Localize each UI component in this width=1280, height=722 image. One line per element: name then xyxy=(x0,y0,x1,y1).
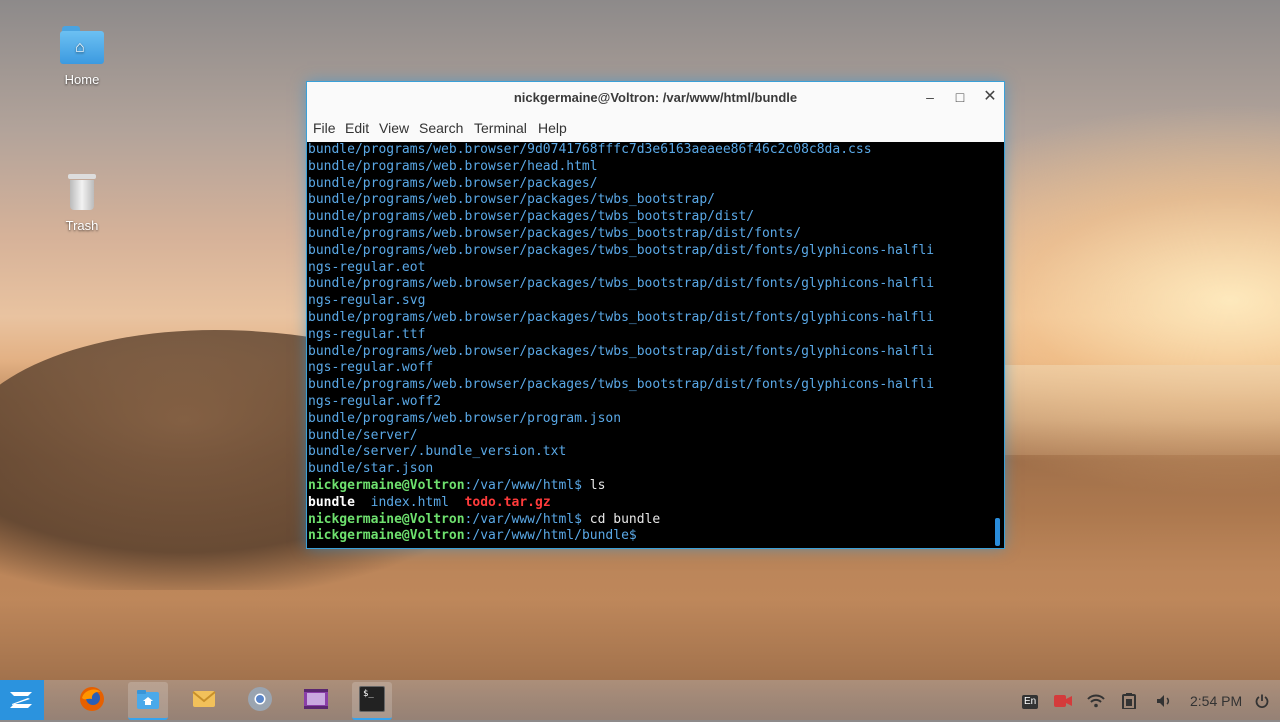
prompt-user: nickgermaine@Voltron xyxy=(308,528,465,544)
clock[interactable]: 2:54 PM xyxy=(1190,680,1242,722)
wifi-icon xyxy=(1087,694,1105,707)
zorin-menu-button[interactable] xyxy=(0,680,44,720)
close-button[interactable]: ✕ xyxy=(979,86,1001,108)
firefox-icon xyxy=(80,687,104,711)
keyboard-layout-indicator: En xyxy=(1022,695,1039,709)
menu-terminal[interactable]: Terminal xyxy=(474,120,527,136)
terminal-output-line: bundle/programs/web.browser/packages/twb… xyxy=(308,242,935,258)
terminal-output-line: bundle/programs/web.browser/packages/twb… xyxy=(308,309,935,325)
window-title: nickgermaine@Voltron: /var/www/html/bund… xyxy=(513,90,798,105)
tray-wifi[interactable] xyxy=(1087,680,1105,720)
menu-bar: File Edit View Search Terminal Help xyxy=(307,113,1004,143)
scrollbar-thumb[interactable] xyxy=(995,518,1000,546)
zorin-menu-icon xyxy=(10,692,32,708)
terminal-icon: $_ xyxy=(359,686,385,712)
desktop-icon-label: Trash xyxy=(65,218,99,233)
terminal-output-line: ngs-regular.woff xyxy=(308,360,434,376)
terminal-window[interactable]: nickgermaine@Voltron: /var/www/html/bund… xyxy=(307,82,1004,548)
terminal-output-line: bundle/server/.bundle_version.txt xyxy=(308,444,567,460)
volume-icon xyxy=(1157,694,1170,707)
menu-edit[interactable]: Edit xyxy=(345,120,369,136)
prompt-path: :/var/www/html$ xyxy=(464,511,590,527)
terminal-output-line: ngs-regular.ttf xyxy=(308,326,426,342)
taskbar: $_ En 2:54 PM xyxy=(0,680,1280,720)
desktop-icon-label: Home xyxy=(64,72,100,87)
terminal-output-line: bundle/programs/web.browser/head.html xyxy=(308,158,598,174)
power-icon xyxy=(1255,694,1269,708)
tray-recorder[interactable] xyxy=(1054,680,1072,720)
desktop-icon-trash[interactable]: Trash xyxy=(42,172,122,233)
trash-icon xyxy=(60,172,104,212)
menu-file[interactable]: File xyxy=(313,120,336,136)
tray-battery[interactable] xyxy=(1122,680,1136,720)
menu-search[interactable]: Search xyxy=(419,120,463,136)
minimize-button[interactable]: – xyxy=(919,86,941,108)
home-folder-icon: ⌂ xyxy=(60,26,104,66)
menu-view[interactable]: View xyxy=(379,120,409,136)
command-text: ls xyxy=(589,477,606,493)
mail-icon xyxy=(192,691,216,707)
terminal-output-line: bundle/programs/web.browser/packages/twb… xyxy=(308,209,755,225)
terminal-output-line: bundle/programs/web.browser/packages/ xyxy=(308,175,598,191)
prompt-line-ls: nickgermaine@Voltron:/var/www/html$ ls xyxy=(307,478,1004,495)
ls-item-archive: todo.tar.gz xyxy=(464,494,551,510)
taskbar-video-editor[interactable] xyxy=(296,682,336,718)
taskbar-chrome[interactable] xyxy=(240,682,280,718)
terminal-output-line: bundle/programs/web.browser/packages/twb… xyxy=(308,225,802,241)
chrome-icon xyxy=(248,687,272,711)
tray-language[interactable]: En xyxy=(1022,680,1039,720)
files-icon xyxy=(137,690,159,709)
terminal-output-line: ngs-regular.eot xyxy=(308,259,426,275)
terminal-output[interactable]: bundle/programs/web.browser/9d0741768fff… xyxy=(307,142,1004,548)
prompt-user: nickgermaine@Voltron xyxy=(308,477,465,493)
prompt-path: :/var/www/html/bundle$ xyxy=(464,528,645,544)
maximize-button[interactable]: □ xyxy=(949,86,971,108)
taskbar-files[interactable] xyxy=(128,682,168,720)
screen-recorder-icon xyxy=(1054,694,1072,707)
prompt-line-current: nickgermaine@Voltron:/var/www/html/bundl… xyxy=(307,528,1004,545)
terminal-output-line: ngs-regular.woff2 xyxy=(308,393,442,409)
menu-help[interactable]: Help xyxy=(538,120,567,136)
terminal-output-line: bundle/programs/web.browser/packages/twb… xyxy=(308,192,715,208)
tray-volume[interactable] xyxy=(1156,680,1172,720)
terminal-output-line: bundle/programs/web.browser/packages/twb… xyxy=(308,343,935,359)
terminal-output-line: ngs-regular.svg xyxy=(308,293,426,309)
prompt-user: nickgermaine@Voltron xyxy=(308,511,465,527)
ls-output-line: bundle index.html todo.tar.gz xyxy=(307,495,1004,512)
video-editor-icon xyxy=(304,689,328,709)
terminal-output-line: bundle/programs/web.browser/packages/twb… xyxy=(308,377,935,393)
battery-icon xyxy=(1122,692,1136,710)
taskbar-terminal[interactable]: $_ xyxy=(352,682,392,720)
window-titlebar[interactable]: nickgermaine@Voltron: /var/www/html/bund… xyxy=(307,82,1004,113)
terminal-output-line: bundle/programs/web.browser/9d0741768fff… xyxy=(308,142,872,157)
terminal-output-line: bundle/star.json xyxy=(308,461,434,477)
command-text: cd bundle xyxy=(589,511,661,527)
terminal-output-line: bundle/programs/web.browser/packages/twb… xyxy=(308,276,935,292)
terminal-output-line: bundle/programs/web.browser/program.json xyxy=(308,410,622,426)
prompt-path: :/var/www/html$ xyxy=(464,477,590,493)
taskbar-firefox[interactable] xyxy=(72,682,112,718)
ls-item-file: index.html xyxy=(370,494,449,510)
desktop-icon-home[interactable]: ⌂ Home xyxy=(42,26,122,87)
prompt-line-cd: nickgermaine@Voltron:/var/www/html$ cd b… xyxy=(307,512,1004,529)
taskbar-mail[interactable] xyxy=(184,682,224,718)
terminal-output-line: bundle/server/ xyxy=(308,427,418,443)
ls-item-dir: bundle xyxy=(308,494,355,510)
tray-power[interactable] xyxy=(1255,680,1269,720)
